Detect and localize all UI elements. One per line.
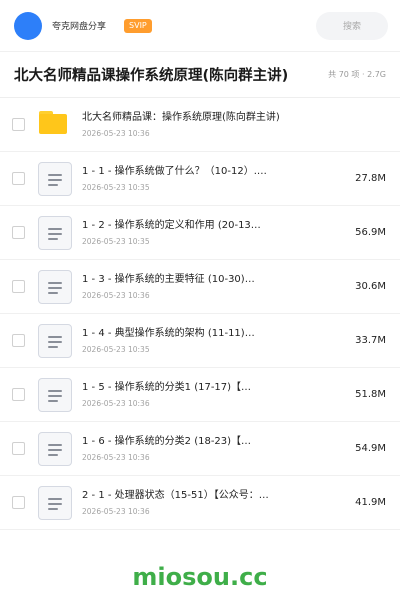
document-icon — [38, 161, 72, 196]
folder-icon — [38, 108, 72, 142]
file-size: 54.9M — [355, 443, 386, 454]
select-checkbox[interactable] — [12, 496, 25, 509]
file-date: 2026-05-23 10:36 — [82, 291, 150, 300]
file-date: 2026-05-23 10:36 — [82, 399, 150, 408]
select-checkbox[interactable] — [12, 442, 25, 455]
file-date: 2026-05-23 10:36 — [82, 507, 150, 516]
search-input[interactable]: 搜索 — [316, 11, 388, 40]
file-size: 41.9M — [355, 497, 386, 508]
file-row[interactable]: 1 - 3 - 操作系统的主要特征 (10-30)… 2026-05-23 10… — [0, 260, 400, 314]
file-name: 1 - 6 - 操作系统的分类2 (18-23)【… — [82, 436, 252, 447]
document-icon — [38, 269, 72, 304]
document-icon — [38, 485, 72, 520]
select-checkbox[interactable] — [12, 334, 25, 347]
select-checkbox[interactable] — [12, 388, 25, 401]
share-summary: 共 70 项 · 2.7G — [328, 70, 386, 79]
file-name: 1 - 3 - 操作系统的主要特征 (10-30)… — [82, 274, 255, 285]
svip-badge: SVIP — [124, 18, 152, 33]
sharer-name: 夸克网盘分享 — [52, 22, 107, 32]
file-size: 51.8M — [355, 389, 386, 400]
file-date: 2026-05-23 10:35 — [82, 345, 150, 354]
file-size: 30.6M — [355, 281, 386, 292]
file-name: 1 - 4 - 典型操作系统的架构 (11-11)… — [82, 328, 255, 339]
page-title: 北大名师精品课操作系统原理(陈向群主讲) — [14, 68, 289, 84]
file-name: 2 - 1 - 处理器状态（15-51）【公众号：… — [82, 490, 269, 501]
file-row-folder[interactable]: 北大名师精品课：操作系统原理(陈向群主讲) 2026-05-23 10:36 — [0, 98, 400, 152]
avatar[interactable] — [14, 11, 42, 40]
select-checkbox[interactable] — [12, 172, 25, 185]
share-header: 夸克网盘分享 SVIP 搜索 — [0, 0, 400, 52]
document-icon — [38, 377, 72, 412]
watermark: miosou.cc — [132, 563, 268, 591]
select-checkbox[interactable] — [12, 118, 25, 131]
file-date: 2026-05-23 10:36 — [82, 453, 150, 462]
file-row[interactable]: 1 - 5 - 操作系统的分类1 (17-17)【… 2026-05-23 10… — [0, 368, 400, 422]
search-placeholder: 搜索 — [342, 22, 361, 32]
file-date: 2026-05-23 10:35 — [82, 183, 150, 192]
document-icon — [38, 215, 72, 250]
file-list: 北大名师精品课：操作系统原理(陈向群主讲) 2026-05-23 10:36 1… — [0, 98, 400, 530]
file-row[interactable]: 2 - 1 - 处理器状态（15-51）【公众号：… 2026-05-23 10… — [0, 476, 400, 530]
file-date: 2026-05-23 10:36 — [82, 129, 150, 138]
file-name: 1 - 5 - 操作系统的分类1 (17-17)【… — [82, 382, 252, 393]
file-size: 56.9M — [355, 227, 386, 238]
select-checkbox[interactable] — [12, 280, 25, 293]
file-name: 1 - 1 - 操作系统做了什么？（10-12）.… — [82, 166, 267, 177]
file-row[interactable]: 1 - 4 - 典型操作系统的架构 (11-11)… 2026-05-23 10… — [0, 314, 400, 368]
file-size: 27.8M — [355, 173, 386, 184]
file-date: 2026-05-23 10:35 — [82, 237, 150, 246]
file-size: 33.7M — [355, 335, 386, 346]
file-name: 北大名师精品课：操作系统原理(陈向群主讲) — [82, 112, 280, 123]
document-icon — [38, 431, 72, 466]
file-name: 1 - 2 - 操作系统的定义和作用 (20-13… — [82, 220, 261, 231]
file-row[interactable]: 1 - 6 - 操作系统的分类2 (18-23)【… 2026-05-23 10… — [0, 422, 400, 476]
file-row[interactable]: 1 - 2 - 操作系统的定义和作用 (20-13… 2026-05-23 10… — [0, 206, 400, 260]
share-title-row: 北大名师精品课操作系统原理(陈向群主讲) 共 70 项 · 2.7G — [0, 52, 400, 98]
select-checkbox[interactable] — [12, 226, 25, 239]
document-icon — [38, 323, 72, 358]
file-row[interactable]: 1 - 1 - 操作系统做了什么？（10-12）.… 2026-05-23 10… — [0, 152, 400, 206]
